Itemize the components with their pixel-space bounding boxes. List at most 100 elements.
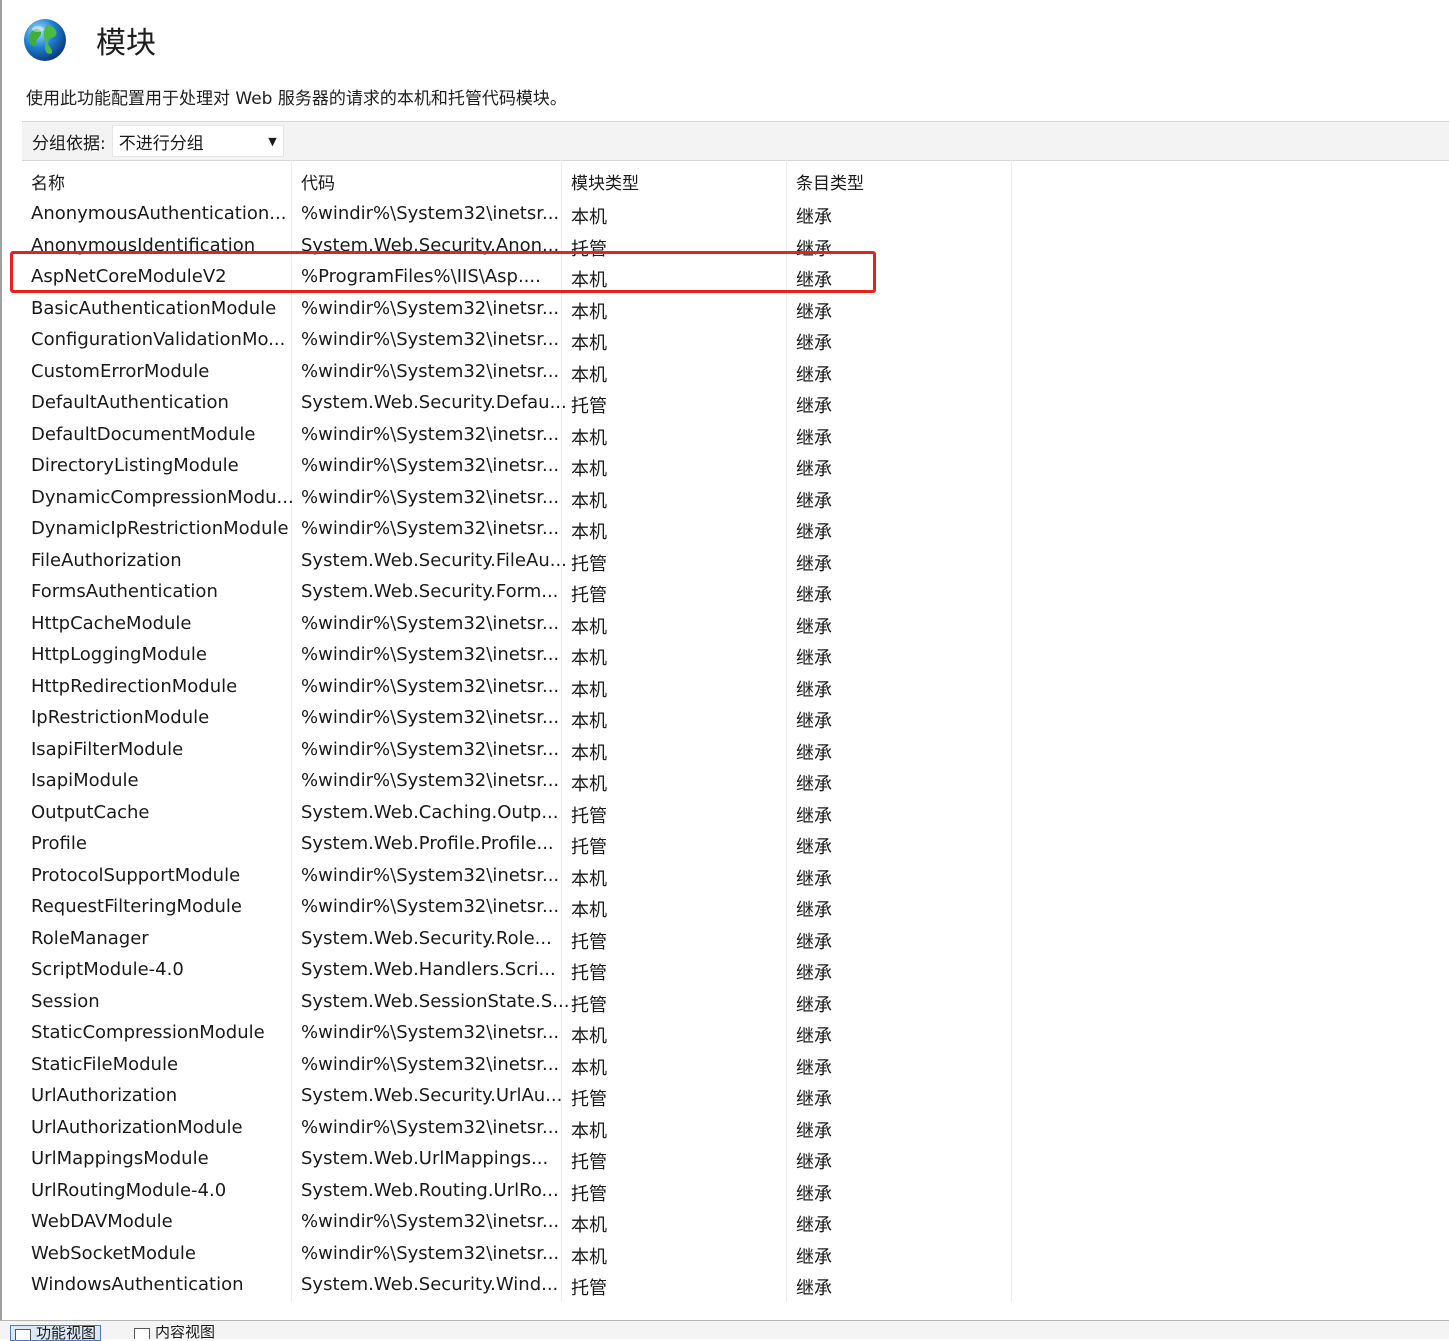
content-view-tab[interactable]: 内容视图 [130,1325,219,1339]
cell-module-type: 本机 [571,711,607,732]
cell-entry-type: 继承 [796,459,832,480]
table-row[interactable]: RequestFilteringModule %windir%\System32\… [22,891,1449,923]
cell-entry-type: 继承 [796,805,832,827]
cell-code: %windir%\System32\inetsr... [301,1116,560,1138]
cell-entry-type: 继承 [796,1215,832,1236]
cell-module-type: 托管 [571,1278,607,1299]
cell-module-type: 托管 [571,1089,607,1110]
cell-name: HttpRedirectionModule [31,675,238,697]
table-row[interactable]: OutputCache System.Web.Caching.Outp... 托管 继… [22,797,1449,829]
cell-module-type: 托管 [571,553,607,575]
cell-code: %windir%\System32\inetsr... [301,423,560,445]
cell-name: BasicAuthenticationModule [31,297,277,319]
cell-entry-type: 继承 [796,994,832,1016]
table-row[interactable]: Profile System.Web.Profile.Profile... 托管 继承 [22,828,1449,860]
cell-code: %windir%\System32\inetsr... [301,1242,560,1264]
cell-code: System.Web.Handlers.Scri... [301,959,556,980]
cell-code: %windir%\System32\inetsr... [301,203,560,224]
cell-name: IsapiFilterModule [31,738,184,760]
table-row[interactable]: IsapiModule %windir%\System32\inetsr... 本机… [22,765,1449,797]
table-row[interactable]: StaticCompressionModule %windir%\System32… [22,1017,1449,1049]
cell-entry-type: 继承 [796,679,832,701]
cell-module-type: 本机 [571,774,607,795]
cell-entry-type: 继承 [796,490,832,512]
column-header-code[interactable]: 代码 [301,169,335,194]
table-row[interactable]: ProtocolSupportModule %windir%\System32\i… [22,860,1449,892]
features-view-label: 功能视图 [36,1325,97,1341]
cell-code: System.Web.UrlMappings... [301,1148,549,1169]
cell-code: System.Web.Security.Form... [301,581,559,602]
cell-module-type: 本机 [571,868,607,890]
table-row[interactable]: IsapiFilterModule %windir%\System32\inets… [22,734,1449,766]
cell-name: AnonymousAuthentication... [31,203,287,224]
table-row[interactable]: WebSocketModule %windir%\System32\inetsr.… [22,1238,1449,1270]
table-row[interactable]: CustomErrorModule %windir%\System32\inets… [22,356,1449,388]
cell-code: %windir%\System32\inetsr... [301,738,560,760]
cell-name: UrlRoutingModule-4.0 [31,1179,227,1201]
column-header-module-type[interactable]: 模块类型 [571,169,639,194]
table-row[interactable]: HttpLoggingModule %windir%\System32\inets… [22,639,1449,671]
group-by-dropdown[interactable]: 不进行分组 ▼ [111,125,284,157]
cell-entry-type: 继承 [796,931,832,953]
group-toolbar: 分组依据: 不进行分组 ▼ [22,121,1449,161]
cell-code: %windir%\System32\inetsr... [301,707,560,728]
table-row[interactable]: FormsAuthentication System.Web.Security.F… [22,576,1449,608]
cell-module-type: 本机 [571,459,607,480]
cell-code: %windir%\System32\inetsr... [301,1022,560,1043]
table-row[interactable]: DefaultAuthentication System.Web.Security… [22,387,1449,419]
cell-entry-type: 继承 [796,900,832,921]
cell-code: %windir%\System32\inetsr... [301,1211,560,1232]
table-row[interactable]: UrlMappingsModule System.Web.UrlMappings.… [22,1143,1449,1175]
table-row[interactable]: Session System.Web.SessionState.S... 托管 继承 [22,986,1449,1018]
table-row[interactable]: BasicAuthenticationModule %windir%\System… [22,293,1449,325]
cell-module-type: 托管 [571,837,607,858]
cell-module-type: 托管 [571,1152,607,1173]
cell-entry-type: 继承 [796,1246,832,1268]
table-row[interactable]: UrlAuthorizationModule %windir%\System32\… [22,1112,1449,1144]
sort-ascending-icon: ^ [147,160,158,169]
cell-name: DefaultDocumentModule [31,423,256,445]
features-view-tab[interactable]: 功能视图 [10,1325,102,1341]
table-row[interactable]: WebDAVModule %windir%\System32\inetsr... 本… [22,1206,1449,1238]
page-title: 模块 [96,26,156,61]
table-row[interactable]: FileAuthorization System.Web.Security.Fil… [22,545,1449,577]
cell-entry-type: 继承 [796,522,832,543]
cell-name: WebSocketModule [31,1242,196,1264]
table-row[interactable]: IpRestrictionModule %windir%\System32\ine… [22,702,1449,734]
cell-code: System.Web.Security.Role... [301,927,552,949]
cell-entry-type: 继承 [796,553,832,575]
cell-module-type: 本机 [571,490,607,512]
cell-name: WebDAVModule [31,1211,173,1232]
table-row[interactable]: DirectoryListingModule %windir%\System32\… [22,450,1449,482]
cell-entry-type: 继承 [796,207,832,228]
cell-name: CustomErrorModule [31,360,210,382]
column-header-name[interactable]: 名称 [31,169,65,194]
table-row[interactable]: DynamicCompressionModu... %windir%\System… [22,482,1449,514]
table-row[interactable]: DynamicIpRestrictionModule %windir%\Syste… [22,513,1449,545]
table-row[interactable]: ConfigurationValidationMo... %windir%\Sys… [22,324,1449,356]
cell-name: IpRestrictionModule [31,707,210,728]
table-row[interactable]: ScriptModule-4.0 System.Web.Handlers.Scri… [22,954,1449,986]
group-by-label: 分组依据: [32,133,106,154]
dropdown-arrow-icon: ▼ [268,134,277,148]
table-row[interactable]: AnonymousAuthentication... %windir%\Syste… [22,198,1449,230]
cell-code: %windir%\System32\inetsr... [301,896,560,917]
table-row[interactable]: WindowsAuthentication System.Web.Security… [22,1269,1449,1301]
cell-entry-type: 继承 [796,396,832,417]
table-row[interactable]: HttpRedirectionModule %windir%\System32\i… [22,671,1449,703]
table-body: AnonymousAuthentication... %windir%\Syste… [22,198,1449,1301]
table-row[interactable]: DefaultDocumentModule %windir%\System32\i… [22,419,1449,451]
cell-name: HttpLoggingModule [31,644,207,665]
table-row[interactable]: StaticFileModule %windir%\System32\inetsr… [22,1049,1449,1081]
table-row[interactable]: UrlAuthorization System.Web.Security.UrlA… [22,1080,1449,1112]
table-row[interactable]: UrlRoutingModule-4.0 System.Web.Routing.U… [22,1175,1449,1207]
table-row[interactable]: RoleManager System.Web.Security.Role... 托管… [22,923,1449,955]
column-header-entry-type[interactable]: 条目类型 [796,169,864,194]
table-row[interactable]: HttpCacheModule %windir%\System32\inetsr.… [22,608,1449,640]
cell-entry-type: 继承 [796,1278,832,1299]
cell-module-type: 本机 [571,1026,607,1047]
cell-module-type: 本机 [571,679,607,701]
cell-name: IsapiModule [31,770,139,791]
cell-module-type: 本机 [571,900,607,921]
cell-code: %windir%\System32\inetsr... [301,1053,560,1075]
